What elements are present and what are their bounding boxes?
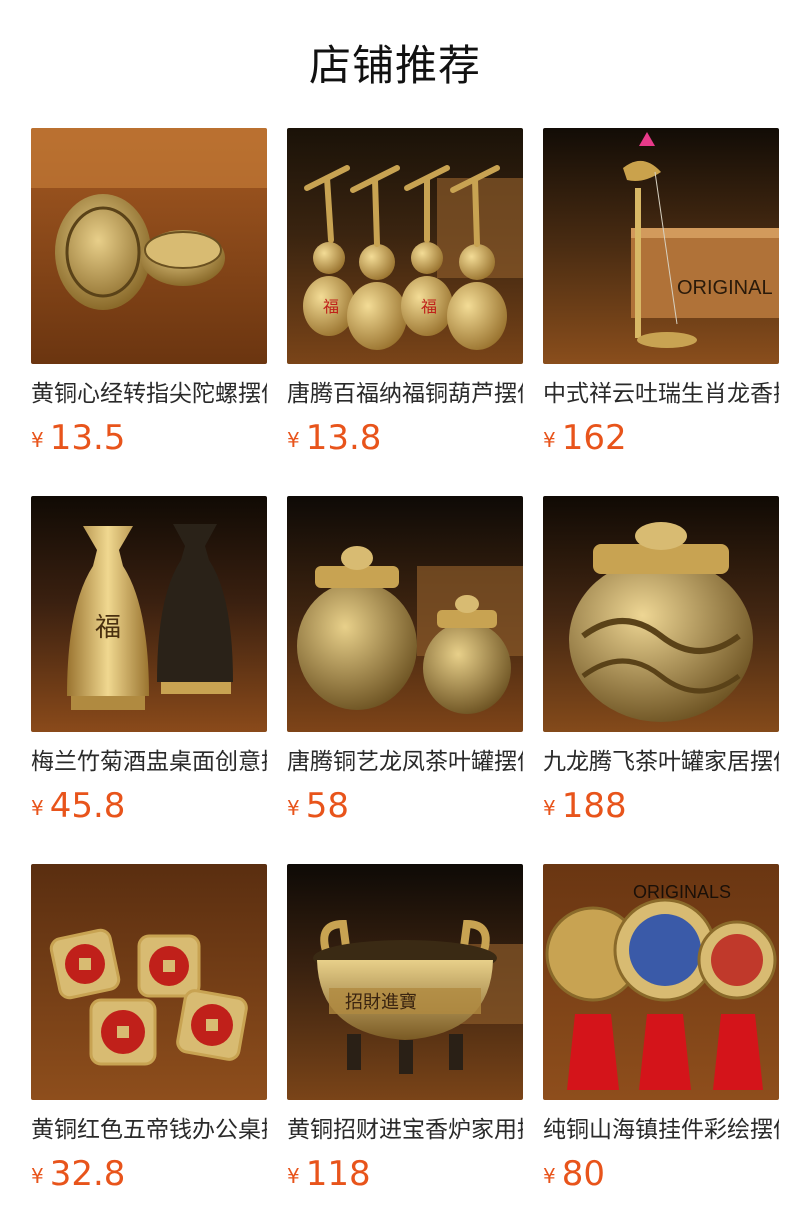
product-price: ¥45.8 [31, 784, 267, 828]
price-amount: 45.8 [49, 786, 126, 826]
product-price: ¥118 [287, 1152, 523, 1196]
product-card[interactable]: 九龙腾飞茶叶罐家居摆件 ¥188 [543, 496, 779, 828]
svg-text:ORIGINALS: ORIGINALS [633, 882, 731, 902]
product-name[interactable]: 唐腾铜艺龙凤茶叶罐摆件 [287, 746, 523, 778]
product-price: ¥32.8 [31, 1152, 267, 1196]
product-name[interactable]: 九龙腾飞茶叶罐家居摆件 [543, 746, 779, 778]
brass-gourd-photo: 福 福 [287, 128, 523, 364]
product-name[interactable]: 黄铜心经转指尖陀螺摆件 [31, 378, 267, 410]
product-image[interactable] [543, 496, 779, 732]
product-name[interactable]: 黄铜招财进宝香炉家用摆件 [287, 1114, 523, 1146]
incense-holder-photo: ORIGINAL [543, 128, 779, 364]
section-title: 店铺推荐 [308, 41, 481, 90]
currency-symbol: ¥ [287, 428, 300, 452]
product-card[interactable]: 福 梅兰竹菊酒盅桌面创意摆件 ¥45.8 [31, 496, 267, 828]
product-image[interactable]: ORIGINAL [543, 128, 779, 364]
product-card[interactable]: 唐腾铜艺龙凤茶叶罐摆件 ¥58 [287, 496, 523, 828]
product-card[interactable]: ORIGINAL 中式祥云吐瑞生肖龙香插 ¥162 [543, 128, 779, 460]
store-recommendations-page: 店铺推荐 黄铜心经转指尖陀螺摆件 ¥13.5 福 福 唐腾百福纳福铜葫芦摆件 ¥… [0, 0, 790, 1232]
price-amount: 188 [561, 786, 627, 826]
currency-symbol: ¥ [543, 796, 556, 820]
currency-symbol: ¥ [543, 1164, 556, 1188]
product-price: ¥80 [543, 1152, 779, 1196]
product-image[interactable]: 招財進寶 [287, 864, 523, 1100]
product-card[interactable]: 黄铜红色五帝钱办公桌摆件 ¥32.8 [31, 864, 267, 1196]
price-amount: 118 [305, 1154, 371, 1194]
product-name[interactable]: 黄铜红色五帝钱办公桌摆件 [31, 1114, 267, 1146]
product-card[interactable]: ORIGINALS 纯铜山海镇挂件彩绘摆件 ¥80 [543, 864, 779, 1196]
product-price: ¥13.5 [31, 416, 267, 460]
product-name[interactable]: 中式祥云吐瑞生肖龙香插 [543, 378, 779, 410]
price-amount: 80 [561, 1154, 605, 1194]
svg-text:ORIGINAL: ORIGINAL [677, 277, 773, 299]
product-image[interactable]: 福 [31, 496, 267, 732]
product-price: ¥13.8 [287, 416, 523, 460]
product-price: ¥162 [543, 416, 779, 460]
currency-symbol: ¥ [287, 1164, 300, 1188]
product-price: ¥188 [543, 784, 779, 828]
price-amount: 32.8 [49, 1154, 126, 1194]
currency-symbol: ¥ [31, 1164, 44, 1188]
currency-symbol: ¥ [31, 796, 44, 820]
product-card[interactable]: 黄铜心经转指尖陀螺摆件 ¥13.5 [31, 128, 267, 460]
product-name[interactable]: 纯铜山海镇挂件彩绘摆件 [543, 1114, 779, 1146]
currency-symbol: ¥ [31, 428, 44, 452]
svg-text:福: 福 [323, 297, 339, 316]
price-amount: 13.5 [49, 418, 126, 458]
svg-text:福: 福 [421, 297, 437, 316]
wine-vase-photo: 福 [31, 496, 267, 732]
currency-symbol: ¥ [287, 796, 300, 820]
product-card[interactable]: 福 福 唐腾百福纳福铜葫芦摆件 ¥13.8 [287, 128, 523, 460]
product-image[interactable] [31, 128, 267, 364]
product-image[interactable] [287, 496, 523, 732]
price-amount: 162 [561, 418, 627, 458]
price-amount: 58 [305, 786, 349, 826]
svg-text:招財進寶: 招財進寶 [345, 992, 417, 1013]
incense-burner-photo: 招財進寶 [287, 864, 523, 1100]
tea-jar-photo [287, 496, 523, 732]
product-image[interactable] [31, 864, 267, 1100]
product-image[interactable]: ORIGINALS [543, 864, 779, 1100]
brass-spinner-photo [31, 128, 267, 364]
product-name[interactable]: 唐腾百福纳福铜葫芦摆件 [287, 378, 523, 410]
product-card[interactable]: 招財進寶 黄铜招财进宝香炉家用摆件 ¥118 [287, 864, 523, 1196]
price-amount: 13.8 [305, 418, 382, 458]
product-image[interactable]: 福 福 [287, 128, 523, 364]
svg-text:福: 福 [95, 613, 121, 643]
dragon-jar-photo [543, 496, 779, 732]
currency-symbol: ¥ [543, 428, 556, 452]
product-name[interactable]: 梅兰竹菊酒盅桌面创意摆件 [31, 746, 267, 778]
hanging-medallion-photo: ORIGINALS [543, 864, 779, 1100]
product-price: ¥58 [287, 784, 523, 828]
coin-dice-photo [31, 864, 267, 1100]
